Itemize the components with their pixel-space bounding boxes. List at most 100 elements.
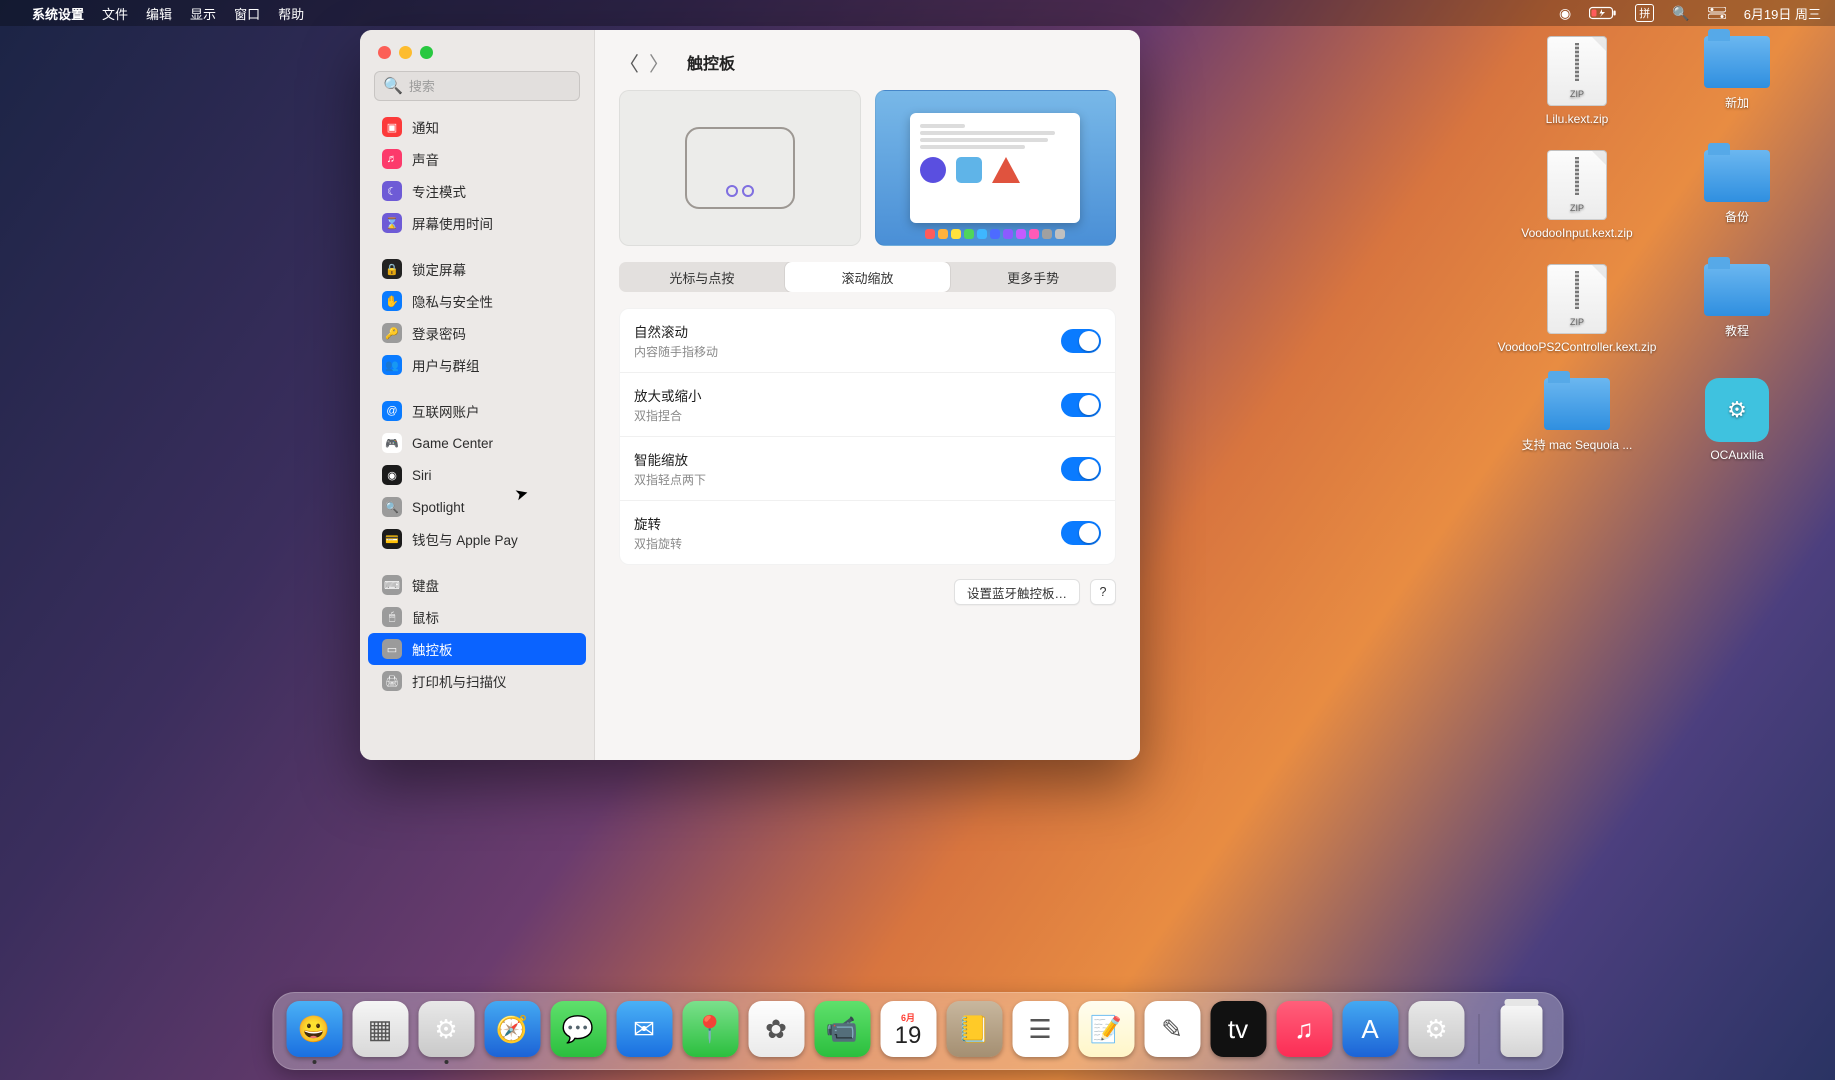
- sidebar-item[interactable]: ♬声音: [368, 143, 586, 175]
- gesture-demo-trackpad: [619, 90, 861, 246]
- dock-item-photos[interactable]: ✿: [748, 1001, 804, 1064]
- system-settings-window: 🔍 ▣通知♬声音☾专注模式⌛屏幕使用时间 🔒锁定屏幕✋隐私与安全性🔑登录密码👥用户…: [360, 30, 1140, 760]
- tab[interactable]: 更多手势: [950, 262, 1116, 292]
- sidebar-icon: ⌨: [382, 575, 402, 595]
- dock-item-maps[interactable]: 📍: [682, 1001, 738, 1064]
- desktop-item[interactable]: 教程: [1667, 264, 1807, 354]
- battery-icon[interactable]: [1589, 6, 1617, 20]
- folder-icon: [1704, 36, 1770, 88]
- settings-content: 〈 〉 触控板: [595, 30, 1140, 760]
- photos-icon: ✿: [748, 1001, 804, 1057]
- sidebar-item[interactable]: @互联网账户: [368, 395, 586, 427]
- tv-icon: tv: [1210, 1001, 1266, 1057]
- menubar-item-view[interactable]: 显示: [190, 4, 216, 23]
- zip-file-icon: [1547, 150, 1607, 220]
- dock-item-safari[interactable]: 🧭: [484, 1001, 540, 1064]
- syspref-icon: ⚙: [1408, 1001, 1464, 1057]
- forward-button[interactable]: 〉: [649, 48, 669, 77]
- desktop-item[interactable]: VoodooPS2Controller.kext.zip: [1507, 264, 1647, 354]
- trackpad-preview-row: [619, 90, 1116, 246]
- sidebar-search[interactable]: 🔍: [374, 71, 580, 101]
- sidebar-item[interactable]: ✋隐私与安全性: [368, 285, 586, 317]
- desktop-item[interactable]: 支持 mac Sequoia ...: [1507, 378, 1647, 462]
- dock-item-contacts[interactable]: 📒: [946, 1001, 1002, 1064]
- dock-item-reminders[interactable]: ☰: [1012, 1001, 1068, 1064]
- sidebar-item[interactable]: ◉Siri: [368, 459, 586, 491]
- menubar-left: 系统设置 文件 编辑 显示 窗口 帮助: [14, 4, 304, 23]
- demo-triangle-icon: [992, 157, 1020, 183]
- setup-bluetooth-trackpad-button[interactable]: 设置蓝牙触控板…: [954, 579, 1080, 605]
- dock-item-syspref[interactable]: ⚙: [1408, 1001, 1464, 1064]
- dock-item-calendar[interactable]: 6月19: [880, 1001, 936, 1064]
- sidebar-item[interactable]: ⌛屏幕使用时间: [368, 207, 586, 239]
- minimize-button[interactable]: [399, 46, 412, 59]
- sidebar-item[interactable]: 🎮Game Center: [368, 427, 586, 459]
- dock-item-tv[interactable]: tv: [1210, 1001, 1266, 1064]
- toggle-switch[interactable]: [1061, 329, 1101, 353]
- tab[interactable]: 光标与点按: [619, 262, 785, 292]
- menubar-app-name[interactable]: 系统设置: [32, 4, 84, 23]
- sidebar-item[interactable]: ☾专注模式: [368, 175, 586, 207]
- desktop-item-label: 支持 mac Sequoia ...: [1522, 436, 1633, 453]
- sidebar-icon: 🔍: [382, 497, 402, 517]
- sidebar-item-label: 屏幕使用时间: [412, 213, 493, 233]
- tab[interactable]: 滚动缩放: [785, 262, 951, 292]
- spotlight-icon[interactable]: 🔍: [1672, 5, 1689, 22]
- desktop-item[interactable]: 备份: [1667, 150, 1807, 240]
- running-indicator-icon: [312, 1060, 316, 1064]
- dock-item-appstore[interactable]: A: [1342, 1001, 1398, 1064]
- control-center-icon[interactable]: [1708, 7, 1726, 19]
- dock-item-messages[interactable]: 💬: [550, 1001, 606, 1064]
- sidebar-icon: ▣: [382, 117, 402, 137]
- sidebar-item[interactable]: 💳钱包与 Apple Pay: [368, 523, 586, 555]
- input-method-icon[interactable]: 拼: [1635, 4, 1654, 22]
- dock-item-settings[interactable]: ⚙: [418, 1001, 474, 1064]
- setting-subtitle: 双指捏合: [634, 407, 702, 424]
- dock-item-mail[interactable]: ✉: [616, 1001, 672, 1064]
- sidebar-list[interactable]: ▣通知♬声音☾专注模式⌛屏幕使用时间 🔒锁定屏幕✋隐私与安全性🔑登录密码👥用户与群…: [360, 111, 594, 760]
- dock-item-facetime[interactable]: 📹: [814, 1001, 870, 1064]
- setting-text: 自然滚动内容随手指移动: [634, 321, 718, 360]
- menubar-date[interactable]: 6月19日 周三: [1744, 4, 1821, 23]
- calendar-icon: 6月19: [880, 1001, 936, 1057]
- sidebar-item[interactable]: 🖱鼠标: [368, 601, 586, 633]
- setting-row: 自然滚动内容随手指移动: [620, 309, 1115, 373]
- sidebar-item[interactable]: 🔒锁定屏幕: [368, 253, 586, 285]
- desktop-item[interactable]: VoodooInput.kext.zip: [1507, 150, 1647, 240]
- menubar-item-window[interactable]: 窗口: [234, 4, 260, 23]
- sidebar-item[interactable]: 👥用户与群组: [368, 349, 586, 381]
- sidebar-item-label: Game Center: [412, 436, 493, 451]
- dock-item-freeform[interactable]: ✎: [1144, 1001, 1200, 1064]
- menubar-item-edit[interactable]: 编辑: [146, 4, 172, 23]
- app-icon: ⚙: [1705, 378, 1769, 442]
- demo-square-icon: [956, 157, 982, 183]
- desktop-item[interactable]: 新加: [1667, 36, 1807, 126]
- sidebar-item[interactable]: ▭触控板: [368, 633, 586, 665]
- back-button[interactable]: 〈: [619, 48, 639, 77]
- screen-record-icon[interactable]: ◉: [1559, 5, 1571, 22]
- close-button[interactable]: [378, 46, 391, 59]
- dock-item-trash[interactable]: [1493, 1005, 1549, 1064]
- toggle-switch[interactable]: [1061, 521, 1101, 545]
- menubar-item-help[interactable]: 帮助: [278, 4, 304, 23]
- desktop-item[interactable]: Lilu.kext.zip: [1507, 36, 1647, 126]
- search-input[interactable]: [409, 79, 571, 94]
- sidebar-item[interactable]: ▣通知: [368, 111, 586, 143]
- dock-item-music[interactable]: ♫: [1276, 1001, 1332, 1064]
- demo-window-icon: [910, 113, 1080, 223]
- sidebar-item[interactable]: 🖨打印机与扫描仪: [368, 665, 586, 697]
- dock-item-finder[interactable]: 😀: [286, 1001, 342, 1064]
- desktop-item[interactable]: ⚙OCAuxilia: [1667, 378, 1807, 462]
- sidebar-item[interactable]: 🔑登录密码: [368, 317, 586, 349]
- page-title: 触控板: [687, 50, 735, 74]
- toggle-switch[interactable]: [1061, 457, 1101, 481]
- dock-item-notes[interactable]: 📝: [1078, 1001, 1134, 1064]
- help-button[interactable]: ?: [1090, 579, 1116, 605]
- sidebar-item[interactable]: 🔍Spotlight: [368, 491, 586, 523]
- zoom-button[interactable]: [420, 46, 433, 59]
- toggle-switch[interactable]: [1061, 393, 1101, 417]
- sidebar-item[interactable]: ⌨键盘: [368, 569, 586, 601]
- setting-row: 放大或缩小双指捏合: [620, 373, 1115, 437]
- dock-item-launchpad[interactable]: ▦: [352, 1001, 408, 1064]
- menubar-item-file[interactable]: 文件: [102, 4, 128, 23]
